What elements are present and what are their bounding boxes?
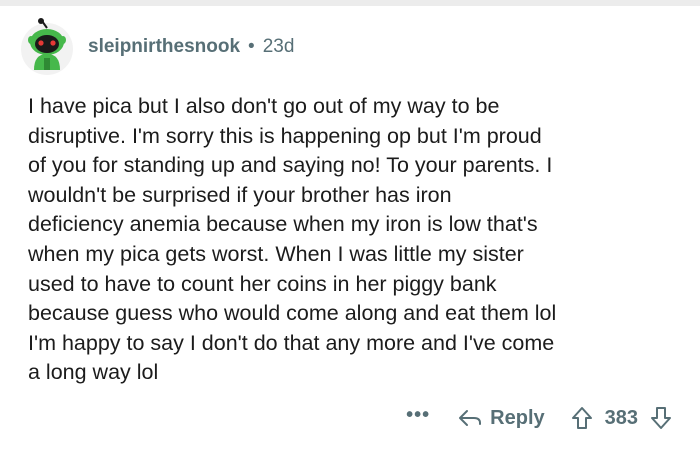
comment-actions: ••• Reply 383	[406, 398, 672, 438]
comment-age: 23d	[262, 36, 295, 57]
meta-separator: •	[248, 36, 255, 57]
author-username[interactable]: sleipnirthesnook	[88, 36, 240, 58]
upvote-arrow-icon[interactable]	[571, 406, 593, 430]
reply-arrow-icon	[458, 408, 482, 428]
reply-label: Reply	[490, 406, 545, 429]
reply-button[interactable]: Reply	[458, 406, 545, 430]
vote-score: 383	[604, 406, 638, 429]
vote-controls: 383	[571, 406, 672, 430]
downvote-arrow-icon[interactable]	[650, 406, 672, 430]
snoo-avatar-icon	[21, 18, 73, 75]
more-options-button[interactable]: •••	[406, 405, 430, 431]
comment-header: sleipnirthesnook • 23d	[20, 18, 294, 76]
comment-body: I have pica but I also don't go out of m…	[28, 94, 557, 385]
avatar[interactable]	[20, 18, 74, 76]
top-divider	[0, 0, 700, 6]
